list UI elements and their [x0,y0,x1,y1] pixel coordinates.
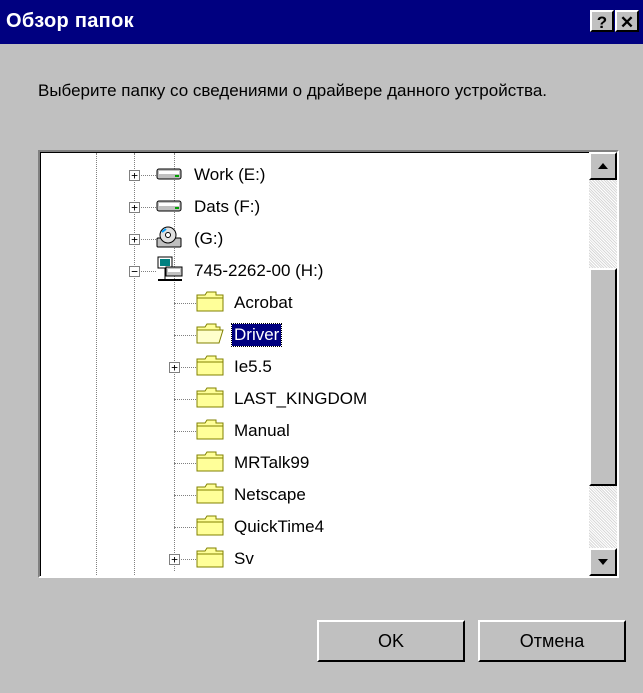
tree-item-label: (G:) [194,229,224,248]
tree-item[interactable]: Driver [196,319,283,351]
folder-icon [196,482,226,509]
tree-connector [174,335,196,336]
tree-item-label: Work (E:) [194,165,266,184]
folder-icon [196,546,226,573]
folder-icon [196,450,226,477]
arrow-up-icon [598,163,608,169]
title-bar[interactable]: Обзор папок ? ✕ [0,0,643,44]
help-button[interactable]: ? [590,10,614,32]
tree-item[interactable]: QuickTime4 [196,511,326,543]
tree-item-label: 745-2262-00 (H:) [194,261,324,280]
tree-item[interactable]: Ie5.5 [196,351,274,383]
tree-connector [174,431,196,432]
cancel-button[interactable]: Отмена [478,620,626,662]
window-title: Обзор папок [6,10,134,32]
arrow-down-icon [598,559,608,565]
scroll-thumb[interactable] [589,268,617,486]
tree-item-label: Ie5.5 [234,357,272,376]
vertical-scrollbar[interactable] [589,152,617,576]
tree-connector [174,463,196,464]
tree-connector [174,527,196,528]
tree-guide-line [134,153,135,576]
folder-icon [196,386,226,413]
prompt-text: Выберите папку со сведениями о драйвере … [38,81,548,100]
tree-item[interactable]: (G:) [156,223,225,255]
expand-toggle[interactable]: + [129,234,140,245]
folder-icon [196,514,226,541]
ok-button[interactable]: OK [317,620,465,662]
expand-toggle[interactable]: + [129,170,140,181]
tree-item-label: QuickTime4 [234,517,325,536]
tree-item[interactable]: Netscape [196,479,308,511]
tree-item[interactable]: 745-2262-00 (H:) [156,255,325,287]
tree-connector [174,303,196,304]
tree-item[interactable]: Work (E:) [156,159,267,191]
tree-item[interactable]: Acrobat [196,287,295,319]
cd-drive-icon [156,226,186,253]
scroll-down-button[interactable] [589,548,617,576]
hard-drive-icon [156,165,186,186]
tree-item-label: LAST_KINGDOM [234,389,368,408]
tree-item[interactable]: LAST_KINGDOM [196,383,369,415]
network-drive-icon [156,256,186,287]
expand-toggle[interactable]: + [169,554,180,565]
tree-guide-line [96,153,97,576]
folder-open-icon [196,322,226,349]
tree-item-label: Driver [230,323,283,347]
expand-toggle[interactable]: + [129,202,140,213]
folder-icon [196,418,226,445]
folder-tree[interactable]: + Work (E:) + Dats (F:) + (G:) − 745-2262-00 (H… [38,150,619,578]
tree-item[interactable]: Sv [196,543,256,575]
close-button[interactable]: ✕ [615,10,639,32]
tree-item-label: Dats (F:) [194,197,261,216]
tree-item-label: Sv [234,549,254,568]
tree-item[interactable]: Dats (F:) [156,191,262,223]
expand-toggle[interactable]: + [169,362,180,373]
hard-drive-icon [156,197,186,218]
tree-connector [174,495,196,496]
tree-item[interactable]: MRTalk99 [196,447,311,479]
tree-item-label: MRTalk99 [234,453,310,472]
folder-icon [196,290,226,317]
tree-connector [174,399,196,400]
folder-icon [196,354,226,381]
tree-item-label: Manual [234,421,290,440]
scroll-up-button[interactable] [589,152,617,180]
collapse-toggle[interactable]: − [129,266,140,277]
tree-item-label: Acrobat [234,293,293,312]
tree-item-label: Netscape [234,485,306,504]
tree-item[interactable]: Manual [196,415,292,447]
